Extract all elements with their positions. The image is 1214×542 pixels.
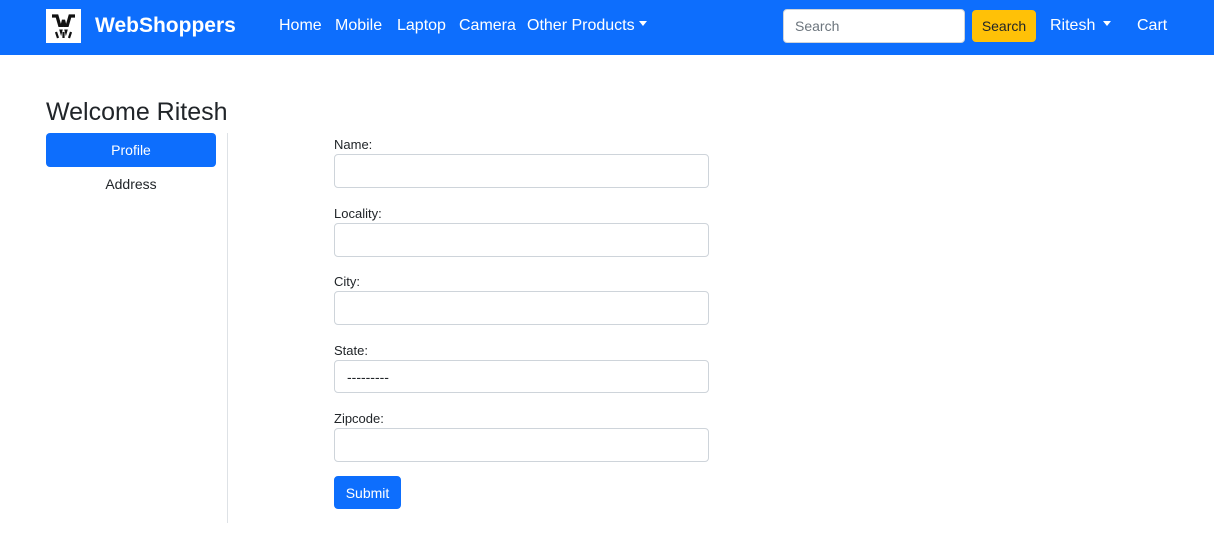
nav-other-products-dropdown[interactable]: Other Products	[527, 16, 647, 36]
name-field[interactable]	[334, 154, 709, 188]
page-title: Welcome Ritesh	[46, 98, 228, 126]
nav-home-link[interactable]: Home	[279, 16, 322, 36]
vertical-divider	[227, 133, 228, 523]
search-input[interactable]	[783, 9, 965, 43]
caret-down-icon	[1103, 21, 1112, 27]
user-menu-dropdown[interactable]: Ritesh	[1050, 16, 1112, 36]
user-menu-label: Ritesh	[1050, 17, 1096, 34]
nav-laptop-link[interactable]: Laptop	[397, 16, 446, 36]
sidebar-item-address[interactable]: Address	[46, 168, 216, 200]
locality-label: Locality:	[334, 206, 382, 221]
brand-name[interactable]: WebShoppers	[95, 13, 236, 39]
sidebar-item-profile[interactable]: Profile	[46, 133, 216, 167]
submit-button[interactable]: Submit	[334, 476, 401, 509]
state-select[interactable]: ---------	[334, 360, 709, 393]
city-label: City:	[334, 274, 360, 289]
nav-camera-link[interactable]: Camera	[459, 16, 516, 36]
zipcode-label: Zipcode:	[334, 411, 384, 426]
state-select-value: ---------	[347, 368, 389, 385]
zipcode-field[interactable]	[334, 428, 709, 462]
cart-link[interactable]: Cart	[1137, 16, 1167, 36]
state-label: State:	[334, 343, 368, 358]
city-field[interactable]	[334, 291, 709, 325]
search-button[interactable]: Search	[972, 10, 1036, 42]
brand-logo-icon[interactable]	[46, 9, 81, 43]
nav-other-products-label: Other Products	[527, 17, 635, 34]
caret-down-icon	[638, 21, 647, 27]
top-navbar: WebShoppers Home Mobile Laptop Camera Ot…	[0, 0, 1214, 55]
name-label: Name:	[334, 137, 373, 152]
nav-mobile-link[interactable]: Mobile	[335, 16, 382, 36]
locality-field[interactable]	[334, 223, 709, 257]
